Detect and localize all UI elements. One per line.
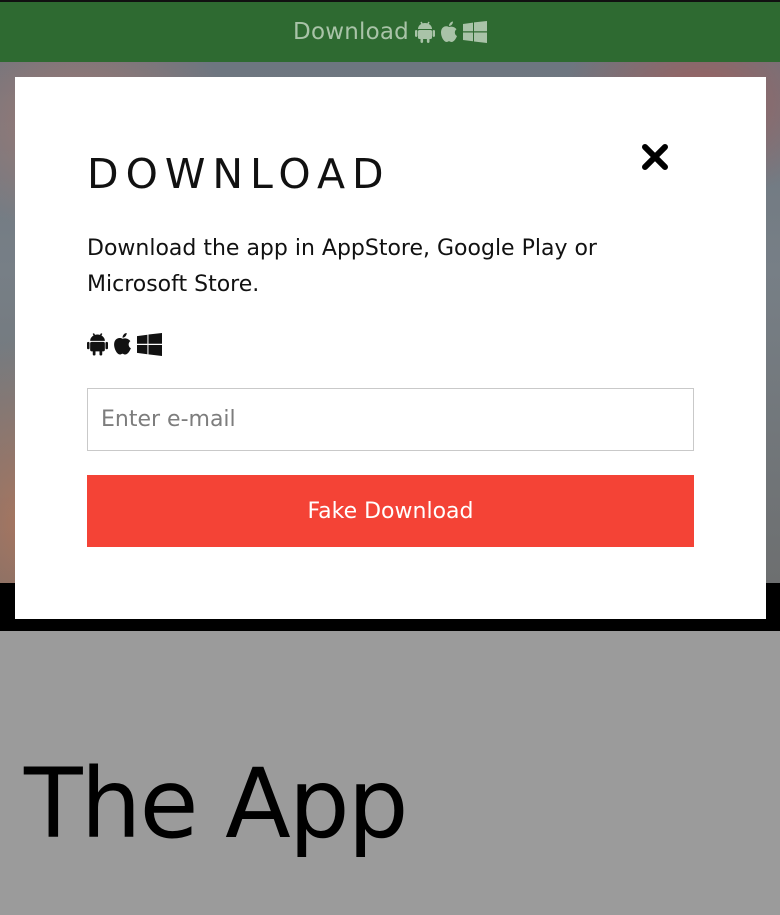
page-title: The App — [24, 748, 409, 860]
windows-icon — [137, 332, 162, 356]
android-icon — [87, 333, 108, 356]
windows-icon — [462, 21, 487, 43]
close-icon — [642, 144, 668, 170]
apple-icon — [440, 21, 457, 42]
close-button[interactable] — [639, 141, 671, 173]
email-field[interactable] — [87, 388, 694, 451]
modal-platform-icons — [87, 332, 162, 356]
modal-description: Download the app in AppStore, Google Pla… — [87, 236, 597, 297]
download-bar[interactable]: Download — [0, 0, 780, 62]
platform-icons — [414, 21, 487, 43]
download-modal: DOWNLOAD Download the app in AppStore, G… — [15, 77, 766, 619]
apple-icon — [114, 332, 131, 355]
android-icon — [414, 21, 435, 43]
download-bar-label: Download — [293, 19, 409, 45]
fake-download-button[interactable]: Fake Download — [87, 475, 694, 547]
modal-title: DOWNLOAD — [87, 150, 391, 198]
